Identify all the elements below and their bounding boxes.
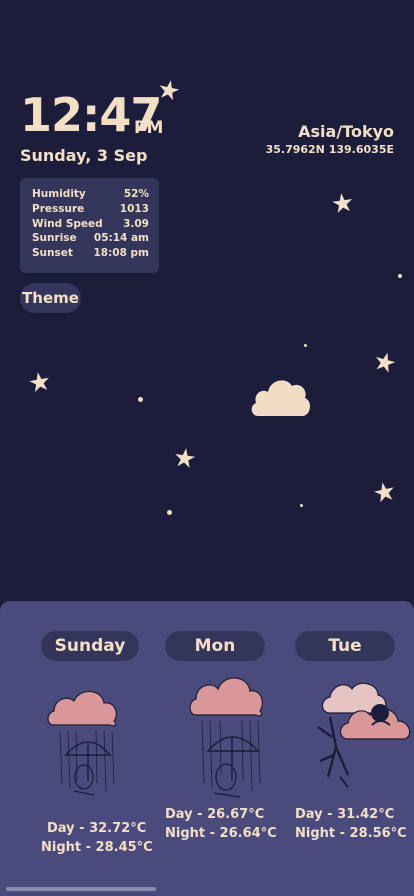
stat-label: Pressure	[32, 202, 85, 215]
forecast-night-temp: Night - 26.64°C	[165, 826, 277, 841]
stat-label: Humidity	[32, 188, 86, 200]
forecast-panel: Sunday Mon Tue Day - 32.72°C Night - 28.…	[0, 601, 414, 896]
forecast-day-temp: Day - 31.42°C	[295, 807, 395, 822]
stat-label: Sunset	[32, 247, 73, 260]
stat-value: 52%	[123, 188, 149, 200]
star-icon: ★	[329, 187, 357, 221]
stat-humidity: Humidity 52%	[32, 187, 149, 202]
location: Asia/Tokyo 35.7962N 139.6035E	[266, 122, 394, 156]
stat-value: 1013	[119, 202, 149, 215]
star-icon: ★	[25, 366, 54, 400]
theme-button[interactable]: Theme	[20, 283, 81, 313]
forecast-day-mon[interactable]: Mon	[165, 631, 265, 661]
cloud-creature-icon	[317, 682, 411, 788]
location-coords: 35.7962N 139.6035E	[265, 143, 394, 156]
star-icon: ★	[171, 442, 199, 476]
star-icon: ★	[370, 475, 400, 511]
stat-wind-speed: Wind Speed 3.09	[32, 217, 149, 232]
stat-value: 18:08 pm	[93, 247, 149, 260]
forecast-day-sunday[interactable]: Sunday	[41, 631, 139, 661]
home-indicator[interactable]	[6, 887, 156, 891]
stat-label: Sunrise	[32, 232, 77, 245]
stat-pressure: Pressure 1013	[32, 202, 149, 217]
clock: 12:47 PM	[20, 92, 164, 138]
star-icon: ★	[154, 73, 184, 109]
forecast-day-tue[interactable]: Tue	[295, 631, 395, 661]
rain-umbrella-icon	[47, 690, 117, 796]
weather-screen: 12:47 PM Sunday, 3 Sep Asia/Tokyo 35.796…	[0, 0, 414, 896]
rain-umbrella-icon	[189, 677, 263, 798]
clock-date: Sunday, 3 Sep	[20, 146, 148, 165]
stat-value: 05:14 am	[93, 232, 149, 245]
star-dot	[138, 397, 143, 402]
stat-sunset: Sunset 18:08 pm	[32, 246, 149, 261]
forecast-day-temp: Day - 32.72°C	[47, 821, 147, 836]
forecast-night-temp: Night - 28.45°C	[41, 840, 153, 855]
forecast-day-temp: Day - 26.67°C	[165, 807, 265, 822]
forecast-night-temp: Night - 28.56°C	[295, 826, 407, 841]
star-dot	[398, 274, 402, 278]
location-name: Asia/Tokyo	[298, 122, 394, 141]
stat-sunrise: Sunrise 05:14 am	[32, 231, 149, 246]
clock-ampm: PM	[134, 118, 164, 138]
weather-stats-card: Humidity 52% Pressure 1013 Wind Speed 3.09 …	[20, 178, 159, 273]
stat-label: Wind Speed	[32, 217, 103, 230]
star-dot	[304, 344, 307, 347]
star-dot	[167, 510, 172, 515]
cloud-icon	[251, 380, 311, 416]
star-icon: ★	[369, 345, 400, 381]
star-dot	[300, 504, 303, 507]
stat-value: 3.09	[123, 217, 149, 230]
